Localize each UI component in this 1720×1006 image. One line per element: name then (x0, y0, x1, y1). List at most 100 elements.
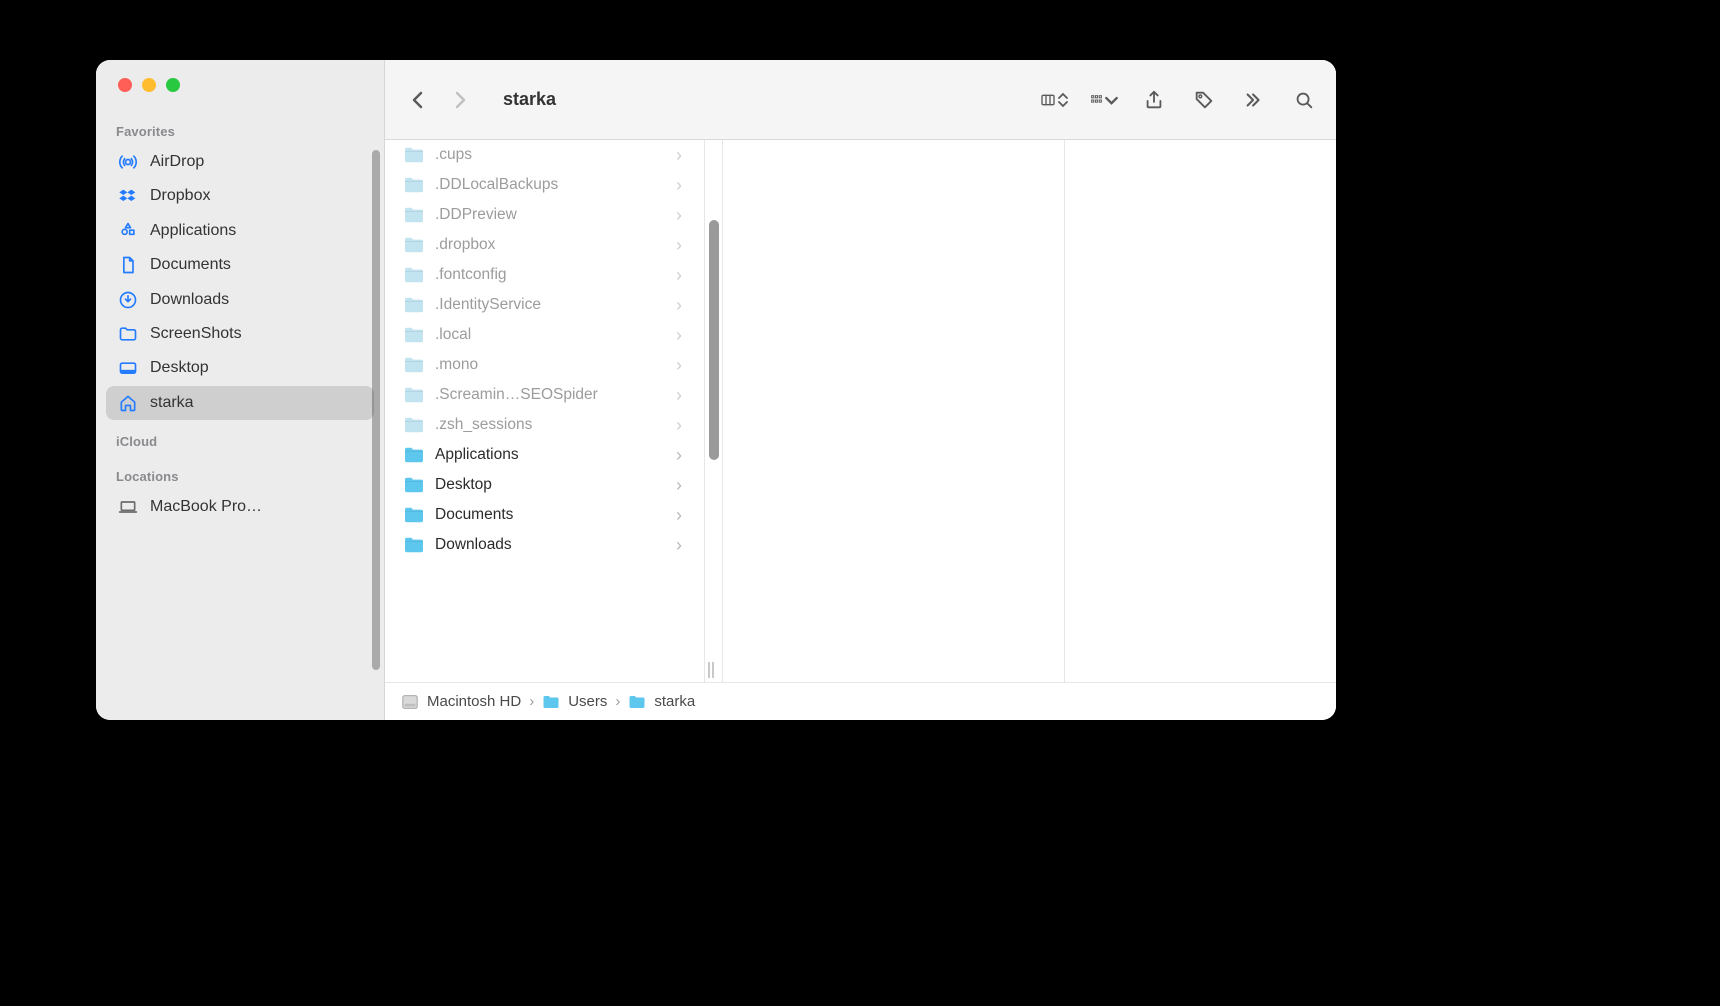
file-label: .local (435, 326, 666, 344)
path-bar: Macintosh HD›Users›starka (385, 682, 1336, 720)
sidebar-item-desktop[interactable]: Desktop (106, 351, 374, 385)
sidebar-item-label: Documents (150, 254, 231, 276)
applications-icon (116, 220, 140, 242)
zoom-window-button[interactable] (166, 78, 180, 92)
folder-icon (403, 386, 425, 404)
column-3[interactable] (1065, 140, 1336, 682)
window-controls (96, 60, 384, 110)
documents-icon (116, 254, 140, 276)
file-label: Applications (435, 446, 666, 464)
file-row[interactable]: .Screamin…SEOSpider› (385, 380, 704, 410)
path-segment[interactable]: Users (542, 693, 607, 711)
back-button[interactable] (403, 85, 433, 115)
search-button[interactable] (1290, 86, 1318, 114)
chevron-right-icon: › (676, 146, 682, 164)
file-row[interactable]: Documents› (385, 500, 704, 530)
sidebar-item-label: Dropbox (150, 185, 210, 207)
home-icon (116, 392, 140, 414)
forward-button[interactable] (445, 85, 475, 115)
file-row[interactable]: .dropbox › (385, 230, 704, 260)
sidebar-item-dropbox[interactable]: Dropbox (106, 179, 374, 213)
folder-icon (403, 506, 425, 524)
file-label: .DDPreview (435, 206, 666, 224)
chevron-right-icon: › (676, 416, 682, 434)
folder-icon (542, 693, 560, 711)
tags-button[interactable] (1190, 86, 1218, 114)
file-row[interactable]: Downloads› (385, 530, 704, 560)
chevron-right-icon: › (676, 536, 682, 554)
overflow-button[interactable] (1240, 86, 1268, 114)
chevron-right-icon: › (676, 236, 682, 254)
sidebar-item-label: ScreenShots (150, 323, 242, 345)
file-row[interactable]: .DDLocalBackups› (385, 170, 704, 200)
file-row[interactable]: .fontconfig› (385, 260, 704, 290)
sidebar-item-label: MacBook Pro… (150, 496, 262, 518)
laptop-icon (116, 496, 140, 518)
column-divider[interactable] (705, 140, 723, 682)
file-label: .DDLocalBackups (435, 176, 666, 194)
column-browser: .cups›.DDLocalBackups›.DDPreview›.dropbo… (385, 140, 1336, 682)
path-segment[interactable]: starka (628, 693, 695, 711)
file-row[interactable]: .local› (385, 320, 704, 350)
file-row[interactable]: Applications › (385, 440, 704, 470)
file-label: .mono (435, 356, 666, 374)
path-label: Users (568, 693, 607, 710)
resize-handle-icon[interactable] (708, 662, 714, 678)
chevron-right-icon: › (676, 206, 682, 224)
column-1[interactable]: .cups›.DDLocalBackups›.DDPreview›.dropbo… (385, 140, 705, 682)
sidebar: Favorites AirDrop Dropbox Applications (96, 60, 384, 720)
file-label: .zsh_sessions (435, 416, 666, 434)
folder-icon (403, 356, 425, 374)
file-row[interactable]: .DDPreview › (385, 200, 704, 230)
share-button[interactable] (1140, 86, 1168, 114)
column-2[interactable] (723, 140, 1065, 682)
chevron-right-icon: › (676, 446, 682, 464)
file-row[interactable]: Desktop› (385, 470, 704, 500)
file-row[interactable]: .mono › (385, 350, 704, 380)
path-label: Macintosh HD (427, 693, 521, 710)
file-row[interactable]: .IdentityService › (385, 290, 704, 320)
folder-icon (403, 296, 425, 314)
chevron-right-icon: › (676, 296, 682, 314)
main-pane: starka (384, 60, 1336, 720)
finder-window: Favorites AirDrop Dropbox Applications (96, 60, 1336, 720)
close-window-button[interactable] (118, 78, 132, 92)
view-columns-button[interactable] (1040, 86, 1068, 114)
sidebar-item-label: starka (150, 392, 194, 414)
sidebar-item-documents[interactable]: Documents (106, 248, 374, 282)
file-label: .dropbox (435, 236, 666, 254)
sidebar-item-airdrop[interactable]: AirDrop (106, 145, 374, 179)
toolbar-actions (1040, 86, 1318, 114)
downloads-icon (116, 289, 140, 311)
toolbar: starka (385, 60, 1336, 140)
airdrop-icon (116, 151, 140, 173)
chevron-right-icon: › (676, 356, 682, 374)
folder-icon (403, 206, 425, 224)
column-scrollbar[interactable] (709, 220, 719, 460)
nav-buttons (403, 85, 475, 115)
file-row[interactable]: .zsh_sessions › (385, 410, 704, 440)
chevron-updown-icon (1058, 93, 1068, 107)
folder-icon (628, 693, 646, 711)
sidebar-item-macbook[interactable]: MacBook Pro… (106, 490, 374, 524)
folder-icon (403, 176, 425, 194)
file-row[interactable]: .cups› (385, 140, 704, 170)
folder-icon (403, 446, 425, 464)
sidebar-item-label: AirDrop (150, 151, 204, 173)
sidebar-scrollbar[interactable] (372, 150, 380, 670)
file-label: .fontconfig (435, 266, 666, 284)
sidebar-item-home[interactable]: starka (106, 386, 374, 420)
folder-icon (403, 536, 425, 554)
path-segment[interactable]: Macintosh HD (401, 693, 521, 711)
file-label: .IdentityService (435, 296, 666, 314)
file-label: Desktop (435, 476, 666, 494)
sidebar-item-applications[interactable]: Applications (106, 214, 374, 248)
sidebar-item-downloads[interactable]: Downloads (106, 283, 374, 317)
file-label: .Screamin…SEOSpider (435, 386, 666, 404)
hdd-icon (401, 693, 419, 711)
window-title: starka (503, 89, 556, 110)
group-button[interactable] (1090, 86, 1118, 114)
sidebar-item-screenshots[interactable]: ScreenShots (106, 317, 374, 351)
sidebar-section-locations: Locations (106, 455, 374, 490)
minimize-window-button[interactable] (142, 78, 156, 92)
